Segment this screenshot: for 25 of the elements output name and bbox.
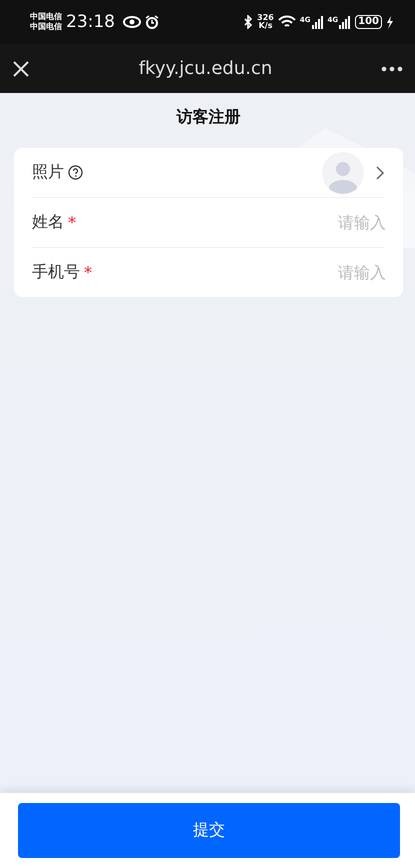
network-speed: 326 <box>257 14 274 22</box>
close-button[interactable] <box>12 60 30 78</box>
chevron-right-icon[interactable] <box>376 166 385 180</box>
speed-unit: K/s <box>258 22 272 30</box>
field-label: 手机号 <box>32 262 80 283</box>
carrier-name: 中国电信 <box>30 12 62 22</box>
more-button[interactable] <box>381 66 403 72</box>
help-icon[interactable] <box>68 165 83 180</box>
charging-icon <box>386 16 393 28</box>
battery-level: 100 <box>355 15 382 29</box>
page-url: fkyy.jcu.edu.cn <box>138 58 274 79</box>
submit-button[interactable]: 提交 <box>18 803 400 858</box>
eye-icon <box>123 16 141 28</box>
signal-icon <box>339 16 352 28</box>
alarm-icon <box>145 15 159 29</box>
carrier-name: 中国电信 <box>30 22 62 32</box>
signal-icon <box>312 16 324 28</box>
page-title: 访客注册 <box>175 106 242 128</box>
field-label: 姓名 <box>32 212 64 233</box>
wifi-icon <box>278 15 296 29</box>
required-mark: * <box>84 263 92 282</box>
clock-time: 23:18 <box>66 12 115 32</box>
required-mark: * <box>68 213 76 232</box>
field-label: 照片 <box>32 162 64 183</box>
bluetooth-icon <box>243 15 254 29</box>
